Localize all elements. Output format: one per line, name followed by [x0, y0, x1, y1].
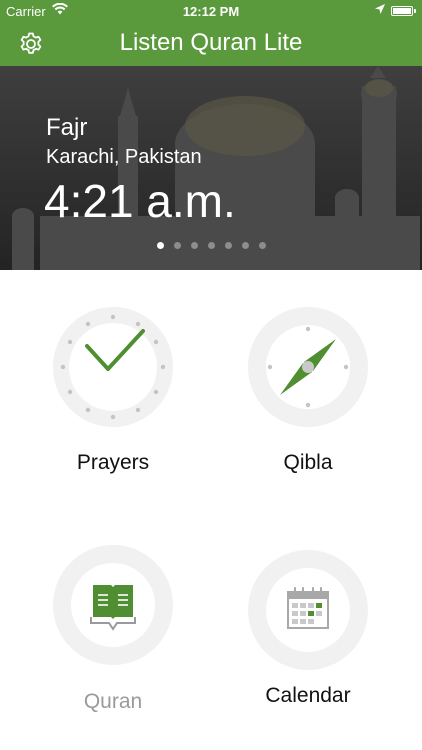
book-icon — [90, 585, 136, 631]
nav-bar: Listen Quran Lite — [0, 22, 422, 66]
page-dot[interactable] — [242, 242, 249, 249]
status-time: 12:12 PM — [182, 4, 240, 19]
compass-icon — [267, 326, 349, 408]
app-title: Listen Quran Lite — [119, 29, 303, 56]
page-dot[interactable] — [157, 242, 164, 249]
page-dot[interactable] — [225, 242, 232, 249]
qibla-circle[interactable] — [248, 307, 368, 427]
page-dot[interactable] — [191, 242, 198, 249]
page-dot[interactable] — [208, 242, 215, 249]
quran-circle[interactable] — [53, 545, 173, 665]
location-arrow-icon — [374, 3, 386, 18]
prayers-label[interactable]: Prayers — [13, 451, 213, 475]
location-label: Karachi, Pakistan — [46, 146, 202, 168]
calendar-label[interactable]: Calendar — [208, 684, 408, 708]
qibla-label[interactable]: Qibla — [208, 451, 408, 475]
calendar-icon — [287, 587, 329, 629]
prayer-time: 4:21 a.m. — [44, 175, 236, 227]
quran-label[interactable]: Quran — [13, 690, 213, 714]
calendar-circle[interactable] — [248, 550, 368, 670]
page-dot[interactable] — [259, 242, 266, 249]
prayers-circle[interactable] — [53, 307, 173, 427]
status-bar: Carrier 12:12 PM — [0, 0, 422, 22]
battery-icon — [391, 6, 416, 16]
prayer-time-banner[interactable]: Fajr Karachi, Pakistan 4:21 a.m. — [0, 66, 422, 270]
page-dot[interactable] — [174, 242, 181, 249]
prayer-name: Fajr — [46, 114, 88, 141]
clock-check-icon — [60, 314, 166, 420]
